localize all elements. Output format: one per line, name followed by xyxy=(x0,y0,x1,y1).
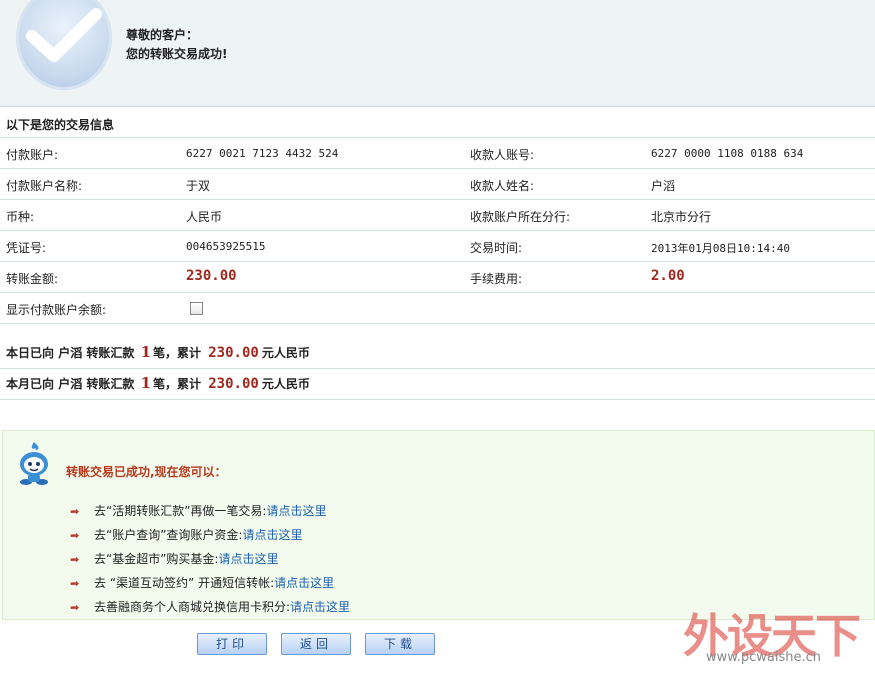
divider xyxy=(0,261,875,262)
summary-transfer-label: 转账汇款 xyxy=(86,377,135,391)
payer-account-value: 6227 0021 7123 4432 524 xyxy=(186,147,339,160)
currency-label: 币种: xyxy=(6,210,35,224)
divider xyxy=(0,323,875,324)
next-step-text: 去“基金超市”购买基金: xyxy=(94,552,219,566)
next-step-item: ➡ 去“账户查询”查询账户资金:请点击这里 xyxy=(70,526,303,543)
divider xyxy=(0,292,875,293)
summary-payee: 户滔 xyxy=(58,377,83,391)
divider xyxy=(0,199,875,200)
voucher-label: 凭证号: xyxy=(6,241,47,255)
divider xyxy=(0,137,875,138)
arrow-right-icon: ➡ xyxy=(70,529,80,542)
summary-transfer-label: 转账汇款 xyxy=(86,346,135,360)
summary-prefix: 本月已向 xyxy=(6,377,55,391)
next-step-text: 去 “渠道互动签约” 开通短信转帐: xyxy=(94,576,275,590)
divider xyxy=(0,368,875,369)
section-title: 以下是您的交易信息 xyxy=(6,118,115,132)
next-step-item: ➡ 去善融商务个人商城兑换信用卡积分:请点击这里 xyxy=(70,598,350,615)
summary-currency: 元人民币 xyxy=(261,346,310,360)
back-button[interactable]: 返回 xyxy=(281,633,351,655)
mascot-icon xyxy=(14,440,54,488)
next-step-link[interactable]: 请点击这里 xyxy=(266,504,326,518)
next-step-link[interactable]: 请点击这里 xyxy=(242,528,302,542)
summary-total: 230.00 xyxy=(208,345,259,361)
summary-count: 1 xyxy=(140,343,152,361)
summary-payee: 户滔 xyxy=(58,346,83,360)
arrow-right-icon: ➡ xyxy=(70,553,80,566)
voucher-value: 004653925515 xyxy=(186,240,266,253)
divider xyxy=(0,168,875,169)
payer-name-label: 付款账户名称: xyxy=(6,179,83,193)
summary-total: 230.00 xyxy=(208,376,259,392)
payer-name-value: 于双 xyxy=(186,179,211,193)
next-step-link[interactable]: 请点击这里 xyxy=(218,552,278,566)
next-steps-title: 转账交易已成功,现在您可以： xyxy=(66,465,227,479)
summary-count: 1 xyxy=(140,374,152,392)
payee-account-label: 收款人账号: xyxy=(470,148,535,162)
next-step-link[interactable]: 请点击这里 xyxy=(274,576,334,590)
divider xyxy=(0,230,875,231)
greeting-text: 尊敬的客户： xyxy=(126,28,199,42)
next-step-item: ➡ 去“活期转账汇款”再做一笔交易:请点击这里 xyxy=(70,502,327,519)
fee-label: 手续费用: xyxy=(470,272,523,286)
arrow-right-icon: ➡ xyxy=(70,601,80,614)
payee-account-value: 6227 0000 1108 0188 634 xyxy=(651,147,804,160)
next-steps-panel xyxy=(2,430,875,620)
download-button[interactable]: 下载 xyxy=(365,633,435,655)
summary-prefix: 本日已向 xyxy=(6,346,55,360)
summary-count-unit: 笔，累计 xyxy=(153,346,202,360)
fee-value: 2.00 xyxy=(651,268,685,284)
divider xyxy=(0,399,875,400)
print-button[interactable]: 打印 xyxy=(197,633,267,655)
daily-summary: 本日已向 户滔 转账汇款 1 笔，累计 230.00 元人民币 xyxy=(6,343,310,361)
payee-branch-label: 收款账户所在分行: xyxy=(470,210,571,224)
summary-count-unit: 笔，累计 xyxy=(153,377,202,391)
summary-currency: 元人民币 xyxy=(261,377,310,391)
next-step-text: 去“账户查询”查询账户资金: xyxy=(94,528,243,542)
next-step-item: ➡ 去“基金超市”购买基金:请点击这里 xyxy=(70,550,279,567)
next-step-text: 去善融商务个人商城兑换信用卡积分: xyxy=(94,600,291,614)
success-message: 您的转账交易成功! xyxy=(126,47,228,61)
arrow-right-icon: ➡ xyxy=(70,577,80,590)
show-balance-checkbox[interactable] xyxy=(190,302,203,315)
next-step-link[interactable]: 请点击这里 xyxy=(290,600,350,614)
transaction-time-value: 2013年01月08日10:14:40 xyxy=(651,242,790,255)
watermark-url: www.pcwaishe.cn xyxy=(706,650,821,665)
payee-name-value: 户滔 xyxy=(651,179,676,193)
amount-value: 230.00 xyxy=(186,268,237,284)
arrow-right-icon: ➡ xyxy=(70,505,80,518)
payee-branch-value: 北京市分行 xyxy=(651,210,712,224)
currency-value: 人民币 xyxy=(186,210,223,224)
payer-account-label: 付款账户: xyxy=(6,148,59,162)
transaction-time-label: 交易时间: xyxy=(470,241,523,255)
amount-label: 转账金额: xyxy=(6,272,59,286)
checkmark-icon xyxy=(16,0,112,90)
next-step-item: ➡ 去 “渠道互动签约” 开通短信转帐:请点击这里 xyxy=(70,574,334,591)
next-step-text: 去“活期转账汇款”再做一笔交易: xyxy=(94,504,267,518)
success-header: 尊敬的客户： 您的转账交易成功! xyxy=(0,0,875,107)
show-balance-label: 显示付款账户余额: xyxy=(6,303,107,317)
payee-name-label: 收款人姓名: xyxy=(470,179,535,193)
monthly-summary: 本月已向 户滔 转账汇款 1 笔，累计 230.00 元人民币 xyxy=(6,374,310,392)
